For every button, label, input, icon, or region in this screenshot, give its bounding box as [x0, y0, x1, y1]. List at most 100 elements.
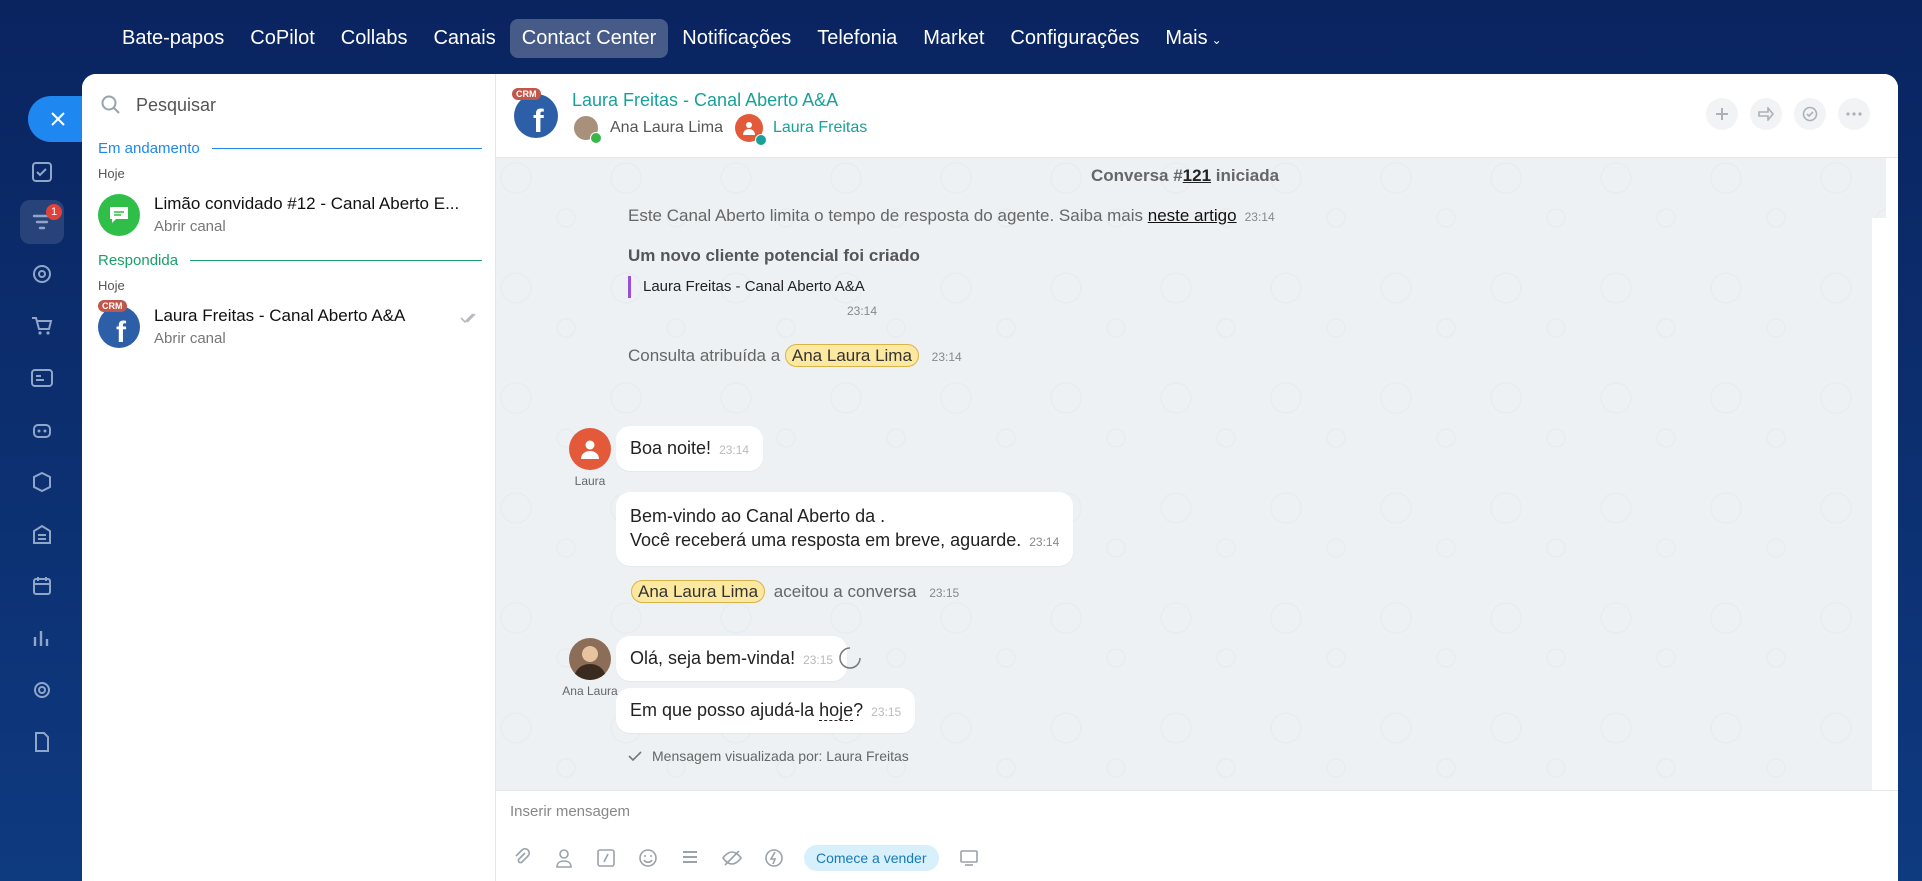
agent-name[interactable]: Ana Laura Lima — [610, 119, 723, 137]
highlight-link[interactable]: hoje — [819, 700, 854, 721]
main-card: Em andamento Hoje Limão convidado #12 - … — [82, 74, 1898, 881]
contact-center-icon[interactable]: 1 — [20, 200, 64, 244]
response-limit-text: Este Canal Aberto limita o tempo de resp… — [628, 206, 1148, 225]
facebook-icon: f — [514, 94, 558, 139]
scrollbar[interactable] — [1872, 218, 1886, 790]
automation-button[interactable] — [762, 846, 786, 870]
user-icon — [581, 440, 599, 459]
message-text: Olá, seja bem-vinda! — [630, 648, 796, 668]
message-bubble[interactable]: Boa noite! 23:14 — [616, 426, 764, 471]
lightning-icon — [765, 849, 783, 867]
robot-icon[interactable] — [24, 412, 60, 448]
divider — [190, 260, 482, 261]
timestamp: 23:15 — [871, 705, 902, 719]
message-composer: Comece a vender — [496, 790, 1898, 881]
article-link[interactable]: neste artigo — [1148, 206, 1237, 225]
nav-canais[interactable]: Canais — [421, 19, 507, 58]
user-icon — [734, 114, 767, 146]
calendar-icon[interactable] — [24, 568, 60, 604]
add-button[interactable] — [1706, 98, 1738, 130]
command-button[interactable] — [594, 846, 618, 870]
message-text: Em que posso ajudá-la — [630, 700, 820, 720]
nav-collabs[interactable]: Collabs — [329, 19, 420, 58]
agent-mention[interactable]: Ana Laura Lima — [631, 580, 766, 603]
attach-button[interactable] — [510, 846, 534, 870]
nav-mais[interactable]: Mais ⌄ — [1153, 19, 1233, 58]
settings-icon[interactable] — [24, 672, 60, 708]
loading-icon — [839, 647, 861, 669]
check-circle-icon — [1802, 106, 1818, 122]
nav-bate-papos[interactable]: Bate-papos — [110, 19, 236, 58]
check-icon — [628, 751, 642, 761]
nav-configuracoes[interactable]: Configurações — [998, 19, 1151, 58]
section-title: Em andamento — [98, 140, 200, 157]
analytics-icon[interactable] — [24, 620, 60, 656]
lead-link[interactable]: Laura Freitas - Canal Aberto A&A — [628, 276, 865, 298]
response-limit-notice: Este Canal Aberto limita o tempo de resp… — [628, 206, 1275, 226]
conversation-started-suffix: iniciada — [1211, 166, 1280, 185]
screen-button[interactable] — [957, 846, 981, 870]
slash-icon — [597, 849, 615, 867]
day-label: Hoje — [98, 278, 125, 293]
assigned-text: Consulta atribuída a — [628, 346, 781, 365]
section-respondida: Respondida — [98, 252, 482, 269]
nav-telefonia[interactable]: Telefonia — [805, 19, 909, 58]
message-text: ? — [853, 700, 864, 720]
message-bubble[interactable]: Bem-vindo ao Canal Aberto da . Você rece… — [616, 492, 1074, 566]
transfer-button[interactable] — [1750, 98, 1782, 130]
message-text: Bem-vindo ao Canal Aberto da . — [630, 506, 886, 526]
nav-mais-label: Mais — [1165, 26, 1208, 49]
search-bar — [100, 94, 466, 116]
nav-copilot[interactable]: CoPilot — [238, 19, 326, 58]
id-card-icon[interactable] — [24, 360, 60, 396]
nav-contact-center[interactable]: Contact Center — [509, 18, 669, 58]
conversation-list-panel: Em andamento Hoje Limão convidado #12 - … — [82, 74, 496, 881]
user-icon — [556, 849, 572, 868]
user-button[interactable] — [552, 846, 576, 870]
scrollbar-thumb[interactable] — [1875, 220, 1883, 788]
conversation-item[interactable]: f CRM Laura Freitas - Canal Aberto A&A A… — [98, 300, 482, 352]
nav-market[interactable]: Market — [911, 19, 996, 58]
templates-button[interactable] — [678, 846, 702, 870]
client-name[interactable]: Laura Freitas — [773, 119, 867, 137]
nav-notificacoes[interactable]: Notificações — [670, 19, 803, 58]
conversation-item[interactable]: Limão convidado #12 - Canal Aberto E... … — [98, 192, 482, 240]
seen-text: Mensagem visualizada por: Laura Freitas — [652, 748, 909, 764]
chevron-down-icon: ⌄ — [1211, 32, 1222, 47]
facebook-icon: f — [98, 306, 140, 348]
conversation-number-link[interactable]: 121 — [1183, 166, 1211, 185]
cart-icon[interactable] — [24, 308, 60, 344]
message-bubble[interactable]: Em que posso ajudá-la hoje? 23:15 — [616, 688, 916, 733]
search-input[interactable] — [136, 94, 466, 116]
close-button[interactable] — [28, 96, 88, 142]
message-input[interactable] — [510, 803, 1410, 820]
tasks-icon[interactable] — [24, 154, 60, 190]
emoji-button[interactable] — [636, 846, 660, 870]
avatar[interactable] — [569, 638, 611, 680]
section-em-andamento: Em andamento — [98, 140, 482, 157]
conversation-started-prefix: Conversa # — [1091, 166, 1183, 185]
building-icon[interactable] — [24, 516, 60, 552]
document-icon[interactable] — [24, 724, 60, 760]
start-selling-button[interactable]: Comece a vender — [804, 845, 939, 871]
target-icon[interactable] — [24, 256, 60, 292]
agent-mention[interactable]: Ana Laura Lima — [784, 344, 919, 367]
chat-title[interactable]: Laura Freitas - Canal Aberto A&A — [572, 90, 838, 111]
divider — [211, 148, 482, 149]
timestamp: 23:15 — [929, 586, 960, 600]
conversation-title: Limão convidado #12 - Canal Aberto E... — [154, 194, 460, 213]
conversation-started: Conversa #121 iniciada — [1091, 166, 1279, 186]
finish-button[interactable] — [1794, 98, 1826, 130]
more-button[interactable] — [1838, 98, 1870, 130]
paperclip-icon — [515, 848, 531, 864]
svg-text:f: f — [116, 316, 127, 348]
user-avatar[interactable] — [569, 428, 611, 470]
crm-tag: CRM — [512, 88, 541, 100]
box-icon[interactable] — [24, 464, 60, 500]
chat-header: f CRM Laura Freitas - Canal Aberto A&A A… — [496, 74, 1898, 158]
conversation-subtitle: Abrir canal — [154, 218, 226, 235]
chat-history[interactable]: Conversa #121 iniciada Este Canal Aberto… — [496, 158, 1886, 790]
hidden-message-button[interactable] — [720, 846, 744, 870]
conversation-subtitle: Abrir canal — [154, 330, 226, 347]
message-bubble[interactable]: Olá, seja bem-vinda! 23:15 — [616, 636, 848, 681]
